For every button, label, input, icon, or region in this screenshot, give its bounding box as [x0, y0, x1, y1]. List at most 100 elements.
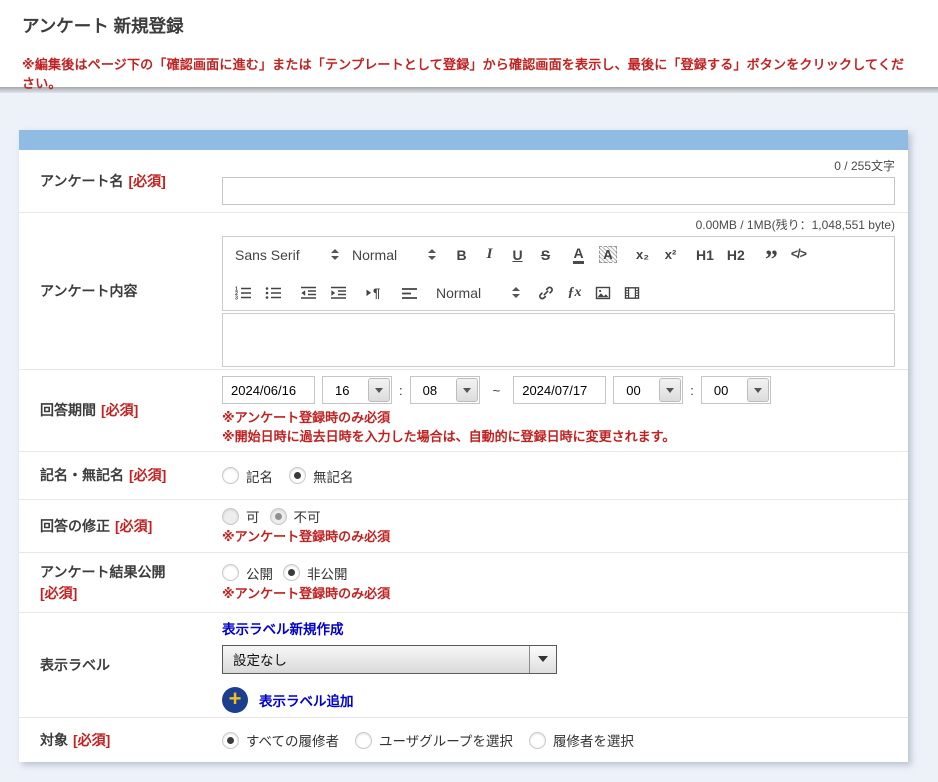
colon-separator: :	[690, 383, 694, 398]
h1-button[interactable]: H1	[696, 245, 714, 265]
start-hour-dropdown-button[interactable]	[368, 378, 390, 402]
label-text: アンケート名	[40, 173, 123, 189]
bullet-list-button[interactable]	[265, 283, 282, 303]
radio-selected-icon	[289, 467, 306, 484]
direction-button[interactable]: ¶	[365, 283, 383, 303]
indent-button[interactable]	[330, 283, 347, 303]
radio-icon	[222, 467, 239, 484]
char-counter: 0 / 255文字	[834, 157, 895, 174]
field-content-survey-content: 0.00MB / 1MB(残り：1,048,551 byte) Sans Ser…	[222, 213, 895, 369]
formula-icon: ƒx	[568, 286, 582, 300]
radio-option-user-group[interactable]: ユーザグループを選択	[355, 730, 513, 750]
h1-icon: H1	[696, 248, 714, 262]
label-text: 記名・無記名	[40, 467, 124, 483]
field-label-display-label: 表示ラベル	[40, 613, 222, 717]
page-header: アンケート 新規登録 ※編集後はページ下の「確認画面に進む」または「テンプレート…	[0, 0, 938, 87]
radio-label: 可	[246, 506, 260, 526]
radio-option-select-students[interactable]: 履修者を選択	[529, 730, 634, 750]
required-badge: [必須]	[101, 402, 138, 418]
add-label-link[interactable]: 表示ラベル追加	[259, 690, 354, 710]
start-date-input[interactable]	[222, 376, 315, 404]
radio-option-public[interactable]: 公開	[222, 563, 273, 583]
radio-option-all-students[interactable]: すべての履修者	[222, 730, 339, 750]
radio-icon	[355, 732, 372, 749]
row-publication: アンケート結果公開[必須] 公開 非公開 ※アンケート登録時のみ必須	[19, 553, 908, 613]
subscript-icon: x₂	[636, 248, 649, 261]
start-minute-dropdown-button[interactable]	[456, 378, 478, 402]
survey-name-input[interactable]	[222, 177, 895, 205]
link-button[interactable]	[538, 283, 554, 303]
end-minute-dropdown-button[interactable]	[747, 378, 769, 402]
h2-button[interactable]: H2	[727, 245, 745, 265]
radio-option-not-allowed[interactable]: 不可	[270, 506, 321, 526]
start-hour-combo	[322, 376, 392, 404]
label-text: アンケート結果公開	[40, 564, 165, 580]
radio-option-signed[interactable]: 記名	[222, 466, 273, 486]
chevron-down-icon	[375, 388, 383, 393]
add-label-button[interactable]: +	[222, 687, 248, 713]
italic-icon: I	[487, 247, 493, 262]
chevron-down-icon	[666, 388, 674, 393]
publication-radio-group: 公開 非公開	[222, 563, 895, 583]
required-badge: [必須]	[115, 518, 152, 534]
bold-button[interactable]: B	[454, 245, 469, 265]
blockquote-button[interactable]: ”	[763, 245, 778, 265]
radio-option-anonymous[interactable]: 無記名	[289, 466, 354, 486]
field-content-modification: 可 不可 ※アンケート登録時のみ必須	[222, 500, 895, 552]
background-color-icon: A	[599, 246, 617, 263]
radio-option-private[interactable]: 非公開	[283, 563, 348, 583]
strike-button[interactable]: S	[538, 245, 553, 265]
create-label-link[interactable]: 表示ラベル新規作成	[222, 618, 344, 638]
toolbar-group-script: x₂ x²	[635, 245, 678, 265]
toolbar-group-media: ƒx	[538, 283, 640, 303]
chevron-down-icon	[538, 656, 548, 662]
field-label-publication: アンケート結果公開[必須]	[40, 553, 222, 612]
select-arrow-button[interactable]	[529, 646, 556, 673]
toolbar-group-direction: ¶	[365, 283, 383, 303]
background-color-button[interactable]: A	[599, 245, 617, 265]
radio-label: 公開	[246, 563, 273, 583]
period-note-2: ※開始日時に過去日時を入力した場合は、自動的に登録日時に変更されます。	[222, 429, 895, 445]
radio-label: 無記名	[313, 466, 354, 486]
toolbar-group-pickers: Sans Serif Normal	[235, 247, 436, 263]
end-hour-dropdown-button[interactable]	[659, 378, 681, 402]
field-label-anonymity: 記名・無記名[必須]	[40, 452, 222, 499]
direction-icon: ¶	[365, 285, 383, 301]
superscript-button[interactable]: x²	[663, 245, 678, 265]
subscript-button[interactable]: x₂	[635, 245, 650, 265]
font-picker[interactable]: Sans Serif	[235, 247, 339, 263]
outdent-button[interactable]	[300, 283, 317, 303]
toolbar-group-indent	[300, 283, 347, 303]
end-hour-combo	[613, 376, 683, 404]
end-minute-combo	[701, 376, 771, 404]
header-picker[interactable]: Normal	[352, 247, 436, 263]
card-titlebar	[19, 130, 908, 150]
editor-content[interactable]	[222, 313, 895, 367]
video-button[interactable]	[624, 283, 640, 303]
radio-icon	[222, 564, 239, 581]
italic-button[interactable]: I	[482, 245, 497, 265]
underline-button[interactable]: U	[510, 245, 525, 265]
period-widgets: : ~ :	[222, 376, 895, 404]
font-picker-label: Sans Serif	[235, 247, 300, 263]
align-button[interactable]	[401, 283, 418, 303]
label-select[interactable]: 設定なし	[222, 645, 557, 674]
radio-selected-icon	[283, 564, 300, 581]
ordered-list-button[interactable]: 123	[235, 283, 252, 303]
radio-option-allowed[interactable]: 可	[222, 506, 260, 526]
end-date-input[interactable]	[513, 376, 606, 404]
code-block-button[interactable]: </>	[791, 245, 806, 265]
superscript-icon: x²	[665, 248, 677, 261]
toolbar-group-lists: 123	[235, 283, 282, 303]
modification-note: ※アンケート登録時のみ必須	[222, 529, 895, 545]
formula-button[interactable]: ƒx	[567, 283, 582, 303]
size-picker[interactable]: Normal	[436, 285, 520, 301]
text-color-button[interactable]: A	[571, 245, 586, 265]
row-display-label: 表示ラベル 表示ラベル新規作成 設定なし + 表示ラベル追加	[19, 613, 908, 718]
row-modification: 回答の修正[必須] 可 不可 ※アンケート登録時のみ必須	[19, 500, 908, 553]
bullet-list-icon	[265, 285, 282, 301]
page-title: アンケート 新規登録	[22, 13, 916, 38]
radio-selected-icon	[222, 732, 239, 749]
toolbar-group-align	[401, 283, 418, 303]
image-button[interactable]	[595, 283, 611, 303]
